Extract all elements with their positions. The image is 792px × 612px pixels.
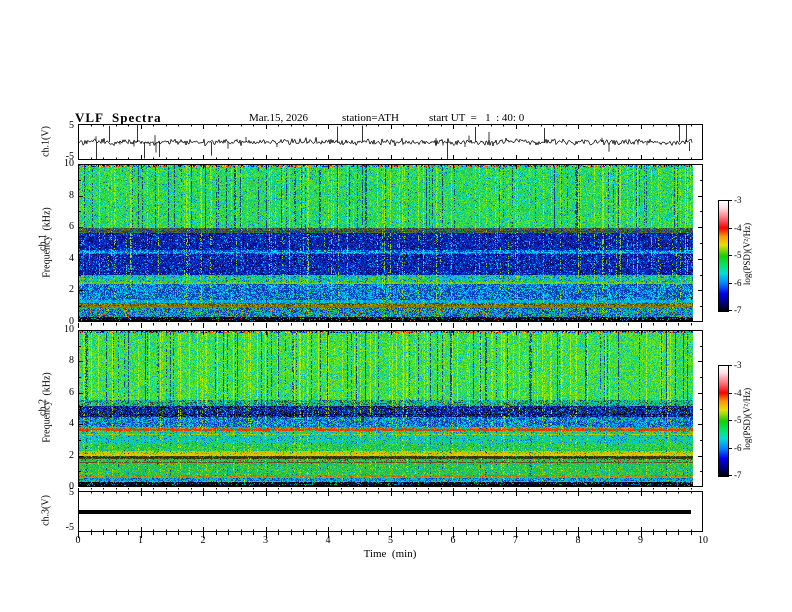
y-tick-label: 5 — [69, 120, 74, 131]
x-axis-title: Time (min) — [363, 548, 417, 560]
colorbar-tick-label: -3 — [734, 195, 742, 205]
colorbar-tick-mark — [728, 255, 732, 256]
waveform-ch3-canvas — [78, 491, 703, 532]
colorbar-tick-mark — [728, 310, 732, 311]
y-tick-label: 6 — [69, 386, 74, 398]
ylabel-spec2-frequency: Frequency (kHz) — [41, 372, 53, 443]
x-tick-label: 0 — [75, 535, 81, 546]
colorbar-tick-mark — [728, 200, 732, 201]
header-date: Mar.15, 2026 — [249, 112, 308, 124]
colorbar-tick-mark — [728, 447, 732, 449]
x-tick-label: 2 — [200, 535, 206, 546]
header-start-ut: start UT = 1 : 40: 0 — [429, 112, 525, 124]
x-tick-label: 1 — [138, 535, 143, 546]
colorbar-tick-label: -7 — [734, 305, 742, 315]
x-tick-label: 3 — [263, 535, 268, 546]
colorbar-tick-label: -7 — [734, 470, 742, 480]
y-tick-label: 10 — [64, 324, 74, 335]
x-tick-label: 9 — [638, 535, 643, 546]
y-tick-label: 2 — [69, 284, 74, 296]
colorbar-tick-mark — [728, 475, 732, 476]
y-tick-label: 8 — [69, 355, 74, 367]
spectrogram-ch2-canvas — [78, 330, 703, 487]
colorbar-tick-label: -4 — [734, 387, 742, 398]
y-tick-label: 5 — [69, 487, 74, 498]
y-tick-label: -5 — [65, 522, 74, 533]
ylabel-spec1-frequency: Frequency (kHz) — [41, 207, 53, 278]
vlf-spectra-plot: VLF Spectra Mar.15, 2026 station=ATH sta… — [0, 0, 792, 612]
spectrogram-ch1-canvas — [78, 164, 703, 322]
colorbar2-label: log(PSD)(V²/Hz) — [742, 387, 752, 451]
y-tick-label: 4 — [69, 252, 74, 264]
axis-ticks-strip-1 — [78, 323, 703, 329]
x-tick-label: 6 — [450, 535, 456, 546]
colorbar-tick-mark — [728, 282, 732, 284]
x-tick-label: 8 — [575, 535, 581, 546]
y-tick-label: 4 — [69, 418, 74, 430]
x-tick-label: 7 — [513, 535, 518, 546]
axis-ticks-strip-2 — [78, 488, 703, 492]
waveform-ch1-canvas — [78, 124, 703, 160]
x-tick-label: 4 — [325, 535, 331, 546]
y-tick-label: 6 — [69, 221, 74, 233]
colorbar-tick-label: -5 — [734, 415, 742, 425]
ylabel-ch1-volts: ch.1(V) — [40, 126, 52, 157]
colorbar-tick-label: -3 — [734, 360, 742, 370]
colorbar-spec1 — [718, 200, 729, 312]
colorbar-tick-label: -5 — [734, 250, 742, 260]
x-tick-label: 5 — [388, 535, 393, 546]
colorbar-tick-label: -6 — [734, 277, 742, 288]
x-tick-label: 10 — [698, 535, 708, 546]
header-station: station=ATH — [342, 112, 399, 124]
colorbar-tick-label: -4 — [734, 222, 742, 233]
colorbar-tick-mark — [728, 365, 732, 366]
ylabel-ch3-volts: ch.3(V) — [40, 495, 52, 526]
colorbar1-label: log(PSD)(V²/Hz) — [742, 222, 752, 286]
y-tick-label: 8 — [69, 189, 74, 201]
colorbar-tick-mark — [728, 392, 732, 394]
y-tick-label: 10 — [64, 158, 74, 169]
colorbar-tick-mark — [728, 420, 732, 421]
colorbar-tick-label: -6 — [734, 442, 742, 453]
colorbar-spec2 — [718, 365, 729, 477]
y-tick-label: 2 — [69, 449, 74, 461]
colorbar-tick-mark — [728, 227, 732, 229]
